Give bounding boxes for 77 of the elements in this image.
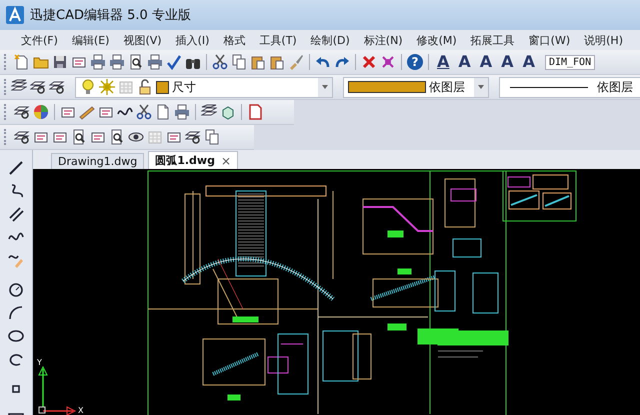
document-tab[interactable]: Drawing1.dwg (51, 153, 144, 169)
text-style-button[interactable]: A (520, 54, 538, 70)
window-title: 迅捷CAD编辑器 5.0 专业版 (30, 7, 191, 24)
elliptical-arc-icon[interactable] (8, 351, 24, 367)
axis-label: X (78, 407, 84, 415)
delete-icon[interactable] (361, 54, 377, 70)
circle-icon[interactable] (8, 282, 24, 298)
printer-icon[interactable] (147, 54, 163, 70)
app-logo-icon (6, 6, 24, 24)
dim-style-field[interactable]: DIM_FON (544, 54, 596, 70)
bulb-icon (80, 79, 96, 95)
grid-icon (118, 79, 134, 95)
help-button[interactable]: ? (407, 54, 423, 70)
redo-icon[interactable] (334, 54, 350, 70)
menu-item[interactable]: 标注(N) (356, 32, 410, 48)
line-icon[interactable] (8, 160, 24, 176)
purge-icon[interactable] (380, 54, 396, 70)
tab-label: Drawing1.dwg (58, 155, 138, 168)
sun-icon (99, 79, 115, 95)
layer-search-icon[interactable] (49, 79, 65, 95)
paste-icon[interactable] (269, 54, 285, 70)
text-style-button[interactable]: A (455, 54, 474, 70)
menu-item[interactable]: 拓展工具 (464, 32, 522, 48)
layer-search-icon[interactable] (185, 129, 201, 145)
menu-item[interactable]: 格式 (216, 32, 252, 48)
page-icon[interactable] (247, 104, 263, 120)
menu-item[interactable]: 视图(V) (116, 32, 169, 48)
double-line-icon[interactable] (8, 206, 24, 222)
ucs-axis-icon (38, 366, 76, 415)
tab-label: 圆弧1.dwg (155, 153, 215, 168)
text-style-button[interactable]: A (476, 54, 496, 70)
color-wheel-icon[interactable] (33, 104, 49, 120)
printer-icon[interactable] (109, 54, 125, 70)
ruler-icon[interactable] (79, 104, 95, 120)
paste-icon[interactable] (250, 54, 266, 70)
layer-dropdown[interactable]: 尺寸 (75, 76, 333, 98)
cube-icon[interactable] (220, 104, 236, 120)
color-dropdown[interactable]: 依图层 (343, 76, 489, 98)
color-name: 依图层 (429, 78, 466, 96)
menu-item[interactable]: 窗口(W) (522, 32, 578, 48)
menu-item[interactable]: 文件(F) (14, 32, 65, 48)
text-style-button[interactable]: A (434, 54, 452, 70)
copy-icon[interactable] (204, 129, 220, 145)
print-preview-icon[interactable] (109, 129, 125, 145)
layer-search-icon[interactable] (14, 129, 30, 145)
menu-item[interactable]: 修改(M) (410, 32, 464, 48)
printer-icon[interactable] (174, 104, 190, 120)
cut-icon[interactable] (212, 54, 228, 70)
save-icon[interactable] (52, 54, 68, 70)
layer-search-icon[interactable] (30, 79, 46, 95)
linetype-name: 依图层 (597, 78, 634, 96)
print-preview-icon[interactable] (71, 129, 87, 145)
menu-item[interactable]: 插入(I) (168, 32, 216, 48)
undo-icon[interactable] (315, 54, 331, 70)
new-document-icon[interactable] (14, 54, 30, 70)
text-style-button[interactable]: A (498, 54, 517, 70)
menu-item[interactable]: 说明(H) (577, 32, 630, 48)
menu-item[interactable]: 绘制(D) (304, 32, 357, 48)
sketch-icon[interactable] (8, 252, 24, 268)
menu-item[interactable]: 编辑(E) (64, 32, 116, 48)
layer-search-icon[interactable] (14, 104, 30, 120)
document-tab[interactable]: 圆弧1.dwg × (148, 151, 238, 169)
printer-icon[interactable] (90, 54, 106, 70)
copy-icon[interactable] (231, 54, 247, 70)
arc-icon[interactable] (8, 305, 24, 321)
document-icon[interactable] (155, 104, 171, 120)
layer-name: 尺寸 (172, 78, 197, 96)
spell-check-icon[interactable] (166, 54, 182, 70)
menu-item[interactable]: 工具(T) (252, 32, 304, 48)
lock-icon (137, 79, 153, 95)
cut-icon[interactable] (136, 104, 152, 120)
print-preview-icon[interactable] (128, 54, 144, 70)
axis-label: Y (37, 359, 42, 367)
ellipse-icon[interactable] (8, 328, 24, 344)
linetype-dropdown[interactable]: 依图层 (499, 76, 640, 98)
brush-icon[interactable] (288, 54, 304, 70)
tab-close-button[interactable]: × (220, 154, 232, 168)
